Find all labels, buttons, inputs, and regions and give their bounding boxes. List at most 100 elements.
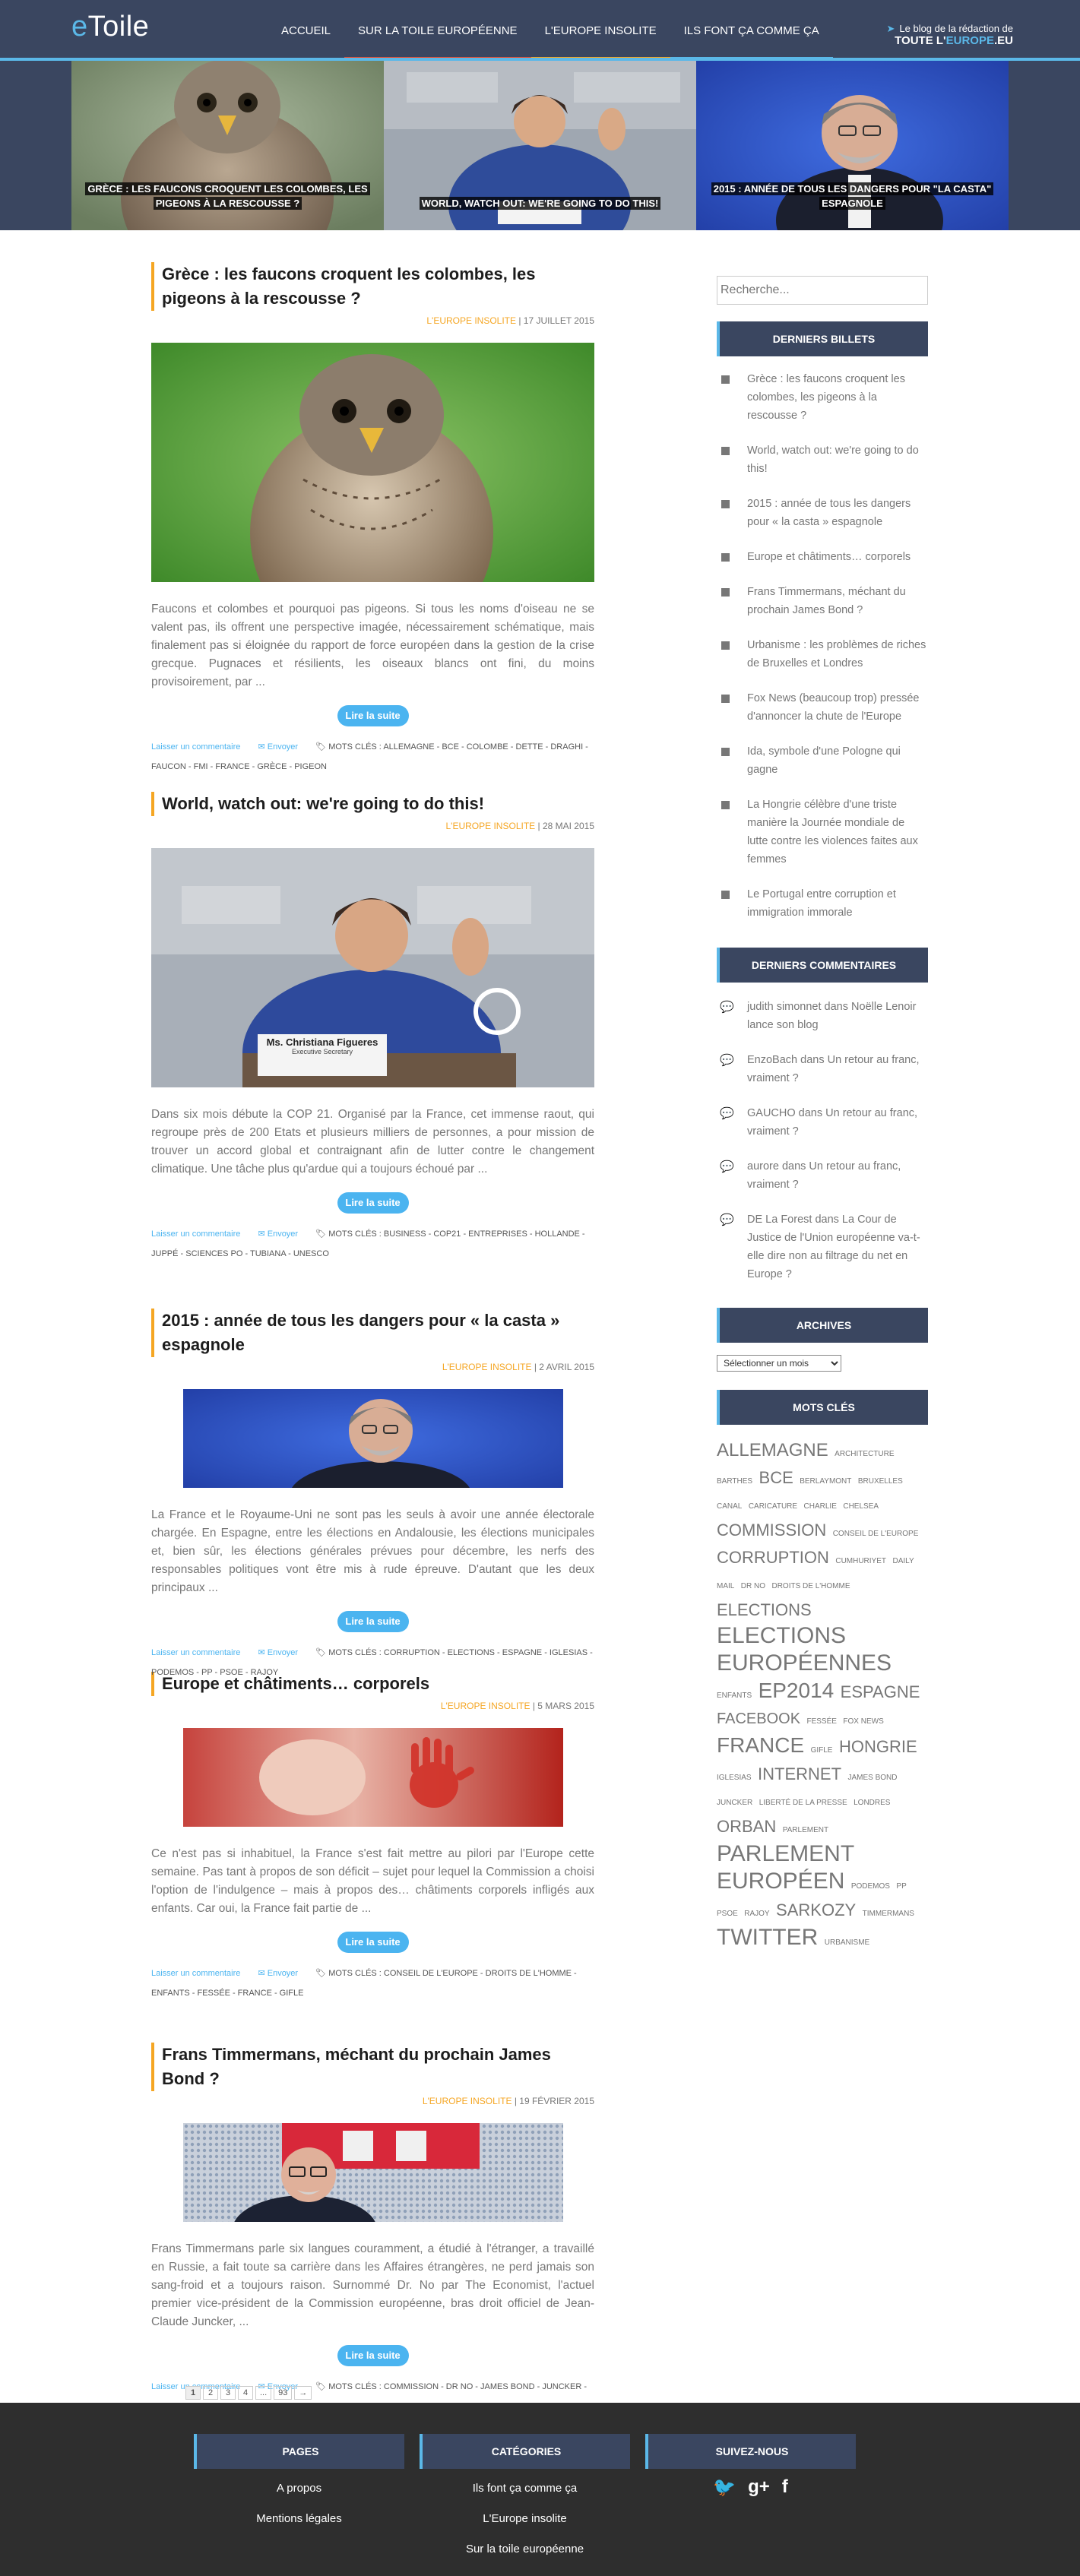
tag-cloud-item[interactable]: BERLAYMONT bbox=[800, 1477, 851, 1486]
tag-cloud-item[interactable]: CARICATURE bbox=[749, 1502, 797, 1511]
site-logo[interactable]: eToile bbox=[71, 11, 149, 43]
post-thumbnail[interactable] bbox=[182, 1389, 563, 1530]
nav-ils-font-ca[interactable]: ILS FONT ÇA COMME ÇA bbox=[670, 18, 833, 60]
tag-cloud-item[interactable]: BARTHES bbox=[717, 1477, 752, 1486]
tag-cloud-item[interactable]: COMMISSION bbox=[717, 1521, 826, 1540]
tag-cloud-item[interactable]: CHELSEA bbox=[843, 1502, 879, 1511]
read-more-button[interactable]: Lire la suite bbox=[337, 1192, 409, 1214]
tag-cloud-item[interactable]: TIMMERMANS bbox=[863, 1910, 914, 1918]
tag-cloud-item[interactable]: SARKOZY bbox=[776, 1900, 856, 1919]
read-more-button[interactable]: Lire la suite bbox=[337, 2345, 409, 2366]
post-category[interactable]: L'EUROPE INSOLITE bbox=[441, 1701, 530, 1711]
tag-cloud-item[interactable]: PARLEMENT EUROPÉEN bbox=[717, 1841, 854, 1894]
slide-falcon[interactable]: GRÈCE : LES FAUCONS CROQUENT LES COLOMBE… bbox=[71, 61, 384, 230]
footer-link[interactable]: Sur la toile européenne bbox=[420, 2534, 630, 2565]
recent-post-item[interactable]: Le Portugal entre corruption et immigrat… bbox=[717, 885, 928, 922]
recent-comment-item[interactable]: 💬 EnzoBach dans Un retour au franc, vraim… bbox=[717, 1051, 928, 1087]
page-next[interactable]: → bbox=[294, 2386, 312, 2400]
header-tagline[interactable]: ➤ Le blog de la rédaction de TOUTE L'EURO… bbox=[886, 23, 1013, 47]
post-thumbnail[interactable]: Ms. Christiana Figueres Executive Secret… bbox=[151, 848, 594, 1137]
post-title-link[interactable]: 2015 : année de tous les dangers pour « … bbox=[151, 1309, 594, 1357]
tag-cloud-item[interactable]: PODEMOS bbox=[851, 1882, 890, 1891]
recent-comment-item[interactable]: 💬 judith simonnet dans Noëlle Lenoir lanc… bbox=[717, 998, 928, 1034]
tag-cloud-item[interactable]: JUNCKER bbox=[717, 1799, 752, 1807]
nav-sur-la-toile[interactable]: SUR LA TOILE EUROPÉENNE bbox=[344, 18, 531, 60]
read-more-button[interactable]: Lire la suite bbox=[337, 705, 409, 726]
read-more-button[interactable]: Lire la suite bbox=[337, 1932, 409, 1953]
send-link[interactable]: ✉ Envoyer bbox=[258, 1648, 298, 1657]
recent-post-item[interactable]: World, watch out: we're going to do this… bbox=[717, 441, 928, 478]
recent-comment-item[interactable]: 💬 GAUCHO dans Un retour au franc, vraimen… bbox=[717, 1104, 928, 1141]
post-thumbnail[interactable] bbox=[151, 343, 594, 654]
archives-select[interactable]: Sélectionner un mois bbox=[717, 1355, 841, 1372]
recent-post-item[interactable]: La Hongrie célèbre d'une triste manière … bbox=[717, 796, 928, 869]
post-thumbnail[interactable] bbox=[182, 1728, 563, 1827]
tag-cloud-item[interactable]: FACEBOOK bbox=[717, 1710, 800, 1727]
tag-cloud-item[interactable]: PSOE bbox=[717, 1910, 738, 1918]
tag-cloud-item[interactable]: URBANISME bbox=[825, 1938, 869, 1947]
post-title-link[interactable]: World, watch out: we're going to do this… bbox=[151, 792, 594, 816]
footer-link[interactable]: Mentions légales bbox=[194, 2504, 404, 2534]
tag-cloud-item[interactable]: ENFANTS bbox=[717, 1691, 752, 1700]
tag-cloud-item[interactable]: ARCHITECTURE bbox=[835, 1450, 894, 1458]
footer-link[interactable]: L'Europe insolite bbox=[420, 2504, 630, 2534]
tag-cloud-item[interactable]: DROITS DE L'HOMME bbox=[771, 1582, 850, 1590]
tag-cloud-item[interactable]: CHARLIE bbox=[804, 1502, 837, 1511]
tag-cloud-item[interactable]: FOX NEWS bbox=[843, 1717, 883, 1726]
slide-cop21[interactable]: WORLD, WATCH OUT: WE'RE GOING TO DO THIS… bbox=[384, 61, 696, 230]
send-link[interactable]: ✉ Envoyer bbox=[258, 1229, 298, 1239]
tag-cloud-item[interactable]: CUMHURIYET bbox=[835, 1557, 886, 1565]
tag-cloud-item[interactable]: ORBAN bbox=[717, 1817, 776, 1836]
tag-cloud-item[interactable]: TWITTER bbox=[717, 1925, 818, 1950]
tag-cloud-item[interactable]: LIBERTÉ DE LA PRESSE bbox=[759, 1799, 847, 1807]
tag-cloud-item[interactable]: PARLEMENT bbox=[783, 1826, 828, 1834]
post-category[interactable]: L'EUROPE INSOLITE bbox=[446, 821, 536, 831]
tag-cloud-item[interactable]: RAJOY bbox=[744, 1910, 769, 1918]
recent-post-item[interactable]: Ida, symbole d'une Pologne qui gagne bbox=[717, 742, 928, 779]
comment-link[interactable]: Laisser un commentaire bbox=[151, 742, 240, 752]
post-thumbnail[interactable] bbox=[182, 2123, 563, 2264]
recent-post-item[interactable]: 2015 : année de tous les dangers pour « … bbox=[717, 495, 928, 531]
tag-cloud-item[interactable]: BCE bbox=[759, 1468, 793, 1487]
post-category[interactable]: L'EUROPE INSOLITE bbox=[426, 315, 516, 326]
tag-cloud-item[interactable]: FESSÉE bbox=[806, 1717, 836, 1726]
tag-cloud-item[interactable]: ALLEMAGNE bbox=[717, 1440, 828, 1460]
recent-comment-item[interactable]: 💬 aurore dans Un retour au franc, vraimen… bbox=[717, 1157, 928, 1194]
page-link[interactable]: 4 bbox=[238, 2386, 253, 2400]
tag-cloud-item[interactable]: ELECTIONS bbox=[717, 1600, 812, 1619]
page-link-last[interactable]: 93 bbox=[274, 2386, 293, 2400]
tag-cloud-item[interactable]: GIFLE bbox=[811, 1746, 833, 1755]
recent-post-item[interactable]: Frans Timmermans, méchant du prochain Ja… bbox=[717, 583, 928, 619]
recent-post-item[interactable]: Europe et châtiments… corporels bbox=[717, 548, 928, 566]
post-category[interactable]: L'EUROPE INSOLITE bbox=[423, 2096, 512, 2106]
post-category[interactable]: L'EUROPE INSOLITE bbox=[442, 1362, 532, 1372]
tag-cloud-item[interactable]: ESPAGNE bbox=[841, 1682, 920, 1701]
tag-cloud-item[interactable]: IGLESIAS bbox=[717, 1774, 752, 1782]
send-link[interactable]: ✉ Envoyer bbox=[258, 1969, 298, 1978]
recent-post-item[interactable]: Grèce : les faucons croquent les colombe… bbox=[717, 370, 928, 425]
post-title-link[interactable]: Frans Timmermans, méchant du prochain Ja… bbox=[151, 2043, 594, 2091]
comment-link[interactable]: Laisser un commentaire bbox=[151, 1969, 240, 1978]
tag-cloud-item[interactable]: FRANCE bbox=[717, 1733, 804, 1757]
post-title-link[interactable]: Grèce : les faucons croquent les colombe… bbox=[151, 262, 594, 311]
recent-post-item[interactable]: Fox News (beaucoup trop) pressée d'annon… bbox=[717, 689, 928, 726]
page-link[interactable]: 3 bbox=[220, 2386, 236, 2400]
footer-link[interactable]: A propos bbox=[194, 2473, 404, 2504]
tag-cloud-item[interactable]: CORRUPTION bbox=[717, 1548, 829, 1567]
slide-rajoy[interactable]: 2015 : ANNÉE DE TOUS LES DANGERS POUR "L… bbox=[696, 61, 1009, 230]
tag-cloud-item[interactable]: EP2014 bbox=[759, 1679, 835, 1702]
comment-link[interactable]: Laisser un commentaire bbox=[151, 1648, 240, 1657]
post-title-link[interactable]: Europe et châtiments… corporels bbox=[151, 1672, 594, 1696]
recent-post-item[interactable]: Urbanisme : les problèmes de riches de B… bbox=[717, 636, 928, 672]
search-input[interactable] bbox=[717, 276, 928, 305]
comment-link[interactable]: Laisser un commentaire bbox=[151, 1229, 240, 1239]
tag-cloud-item[interactable]: BRUXELLES bbox=[858, 1477, 903, 1486]
footer-link[interactable]: Ils font ça comme ça bbox=[420, 2473, 630, 2504]
recent-comment-item[interactable]: 💬 DE La Forest dans La Cour de Justice de… bbox=[717, 1210, 928, 1283]
tag-cloud-item[interactable]: HONGRIE bbox=[839, 1737, 917, 1756]
tag-cloud-item[interactable]: CONSEIL DE L'EUROPE bbox=[833, 1530, 919, 1538]
nav-accueil[interactable]: ACCUEIL bbox=[268, 18, 345, 60]
facebook-icon[interactable]: f bbox=[782, 2476, 788, 2498]
tag-cloud-item[interactable]: DR NO bbox=[741, 1582, 765, 1590]
read-more-button[interactable]: Lire la suite bbox=[337, 1611, 409, 1632]
